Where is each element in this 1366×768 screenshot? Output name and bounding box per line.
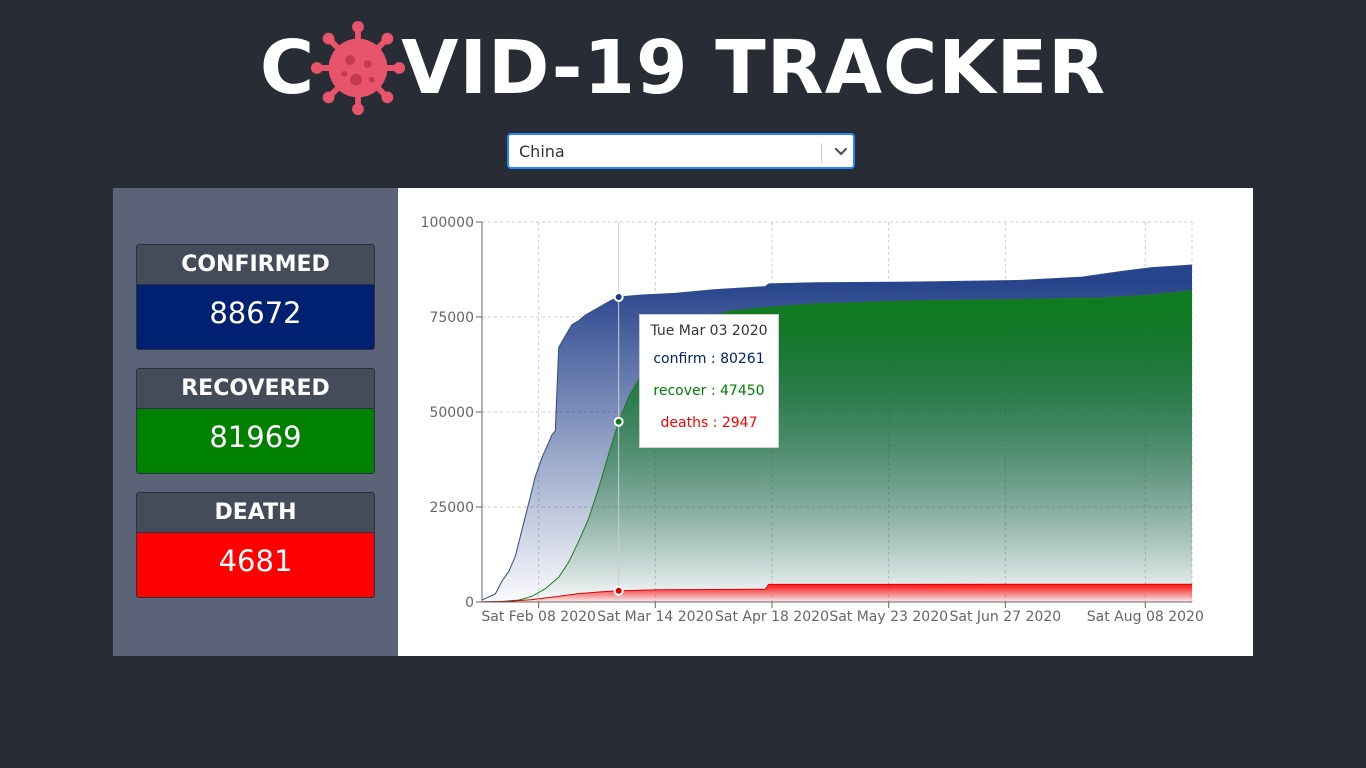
y-tick-label: 50000	[429, 405, 474, 421]
y-tick-label: 0	[465, 595, 474, 611]
header: C VID-19 TRACKER	[0, 18, 1366, 118]
death-label: DEATH	[137, 493, 374, 533]
tooltip-deaths: deaths : 2947	[660, 415, 758, 431]
chart-tooltip: Tue Mar 03 2020 confirm : 80261 recover …	[639, 314, 779, 448]
confirmed-value: 88672	[137, 285, 374, 349]
x-tick-label: Sat Apr 18 2020	[715, 609, 829, 625]
deaths-hover-dot	[613, 585, 624, 596]
recovered-label: RECOVERED	[137, 369, 374, 409]
confirm-hover-dot	[613, 292, 624, 303]
app-title: C VID-19 TRACKER	[260, 19, 1106, 117]
virus-icon	[311, 20, 406, 116]
confirmed-label: CONFIRMED	[137, 245, 374, 285]
x-tick-label: Sat Aug 08 2020	[1087, 609, 1204, 625]
confirmed-card: CONFIRMED 88672	[136, 244, 375, 350]
recover-hover-dot	[613, 416, 624, 427]
death-card: DEATH 4681	[136, 492, 375, 598]
title-suffix: VID-19 TRACKER	[401, 25, 1107, 111]
y-tick-label: 75000	[429, 310, 474, 326]
chevron-down-icon[interactable]	[829, 135, 853, 169]
select-separator	[821, 143, 822, 163]
x-tick-label: Sat Mar 14 2020	[597, 609, 713, 625]
recovered-value: 81969	[137, 409, 374, 473]
tooltip-confirm: confirm : 80261	[653, 351, 765, 367]
x-tick-label: Sat May 23 2020	[829, 609, 948, 625]
cases-area-chart[interactable]: 0250005000075000100000Sat Feb 08 2020 Sat…	[398, 188, 1253, 656]
stats-panel: CONFIRMED 88672 RECOVERED 81969 DEATH 46…	[113, 188, 398, 656]
death-value: 4681	[137, 533, 374, 597]
x-tick-label: Sat Feb 08 2020	[481, 609, 596, 625]
country-select[interactable]: China	[507, 133, 855, 169]
y-tick-label: 25000	[429, 500, 474, 516]
country-select-value: China	[519, 142, 565, 161]
y-tick-label: 100000	[421, 215, 474, 231]
recovered-card: RECOVERED 81969	[136, 368, 375, 474]
title-prefix: C	[259, 25, 316, 111]
tooltip-recover: recover : 47450	[653, 383, 765, 399]
x-tick-label: Sat Jun 27 2020	[950, 609, 1062, 625]
tooltip-date: Tue Mar 03 2020	[650, 323, 768, 339]
chart-panel[interactable]: 0 25000 50000 75000 100000 Sat Feb 08 2020 Sat…	[398, 188, 1253, 656]
